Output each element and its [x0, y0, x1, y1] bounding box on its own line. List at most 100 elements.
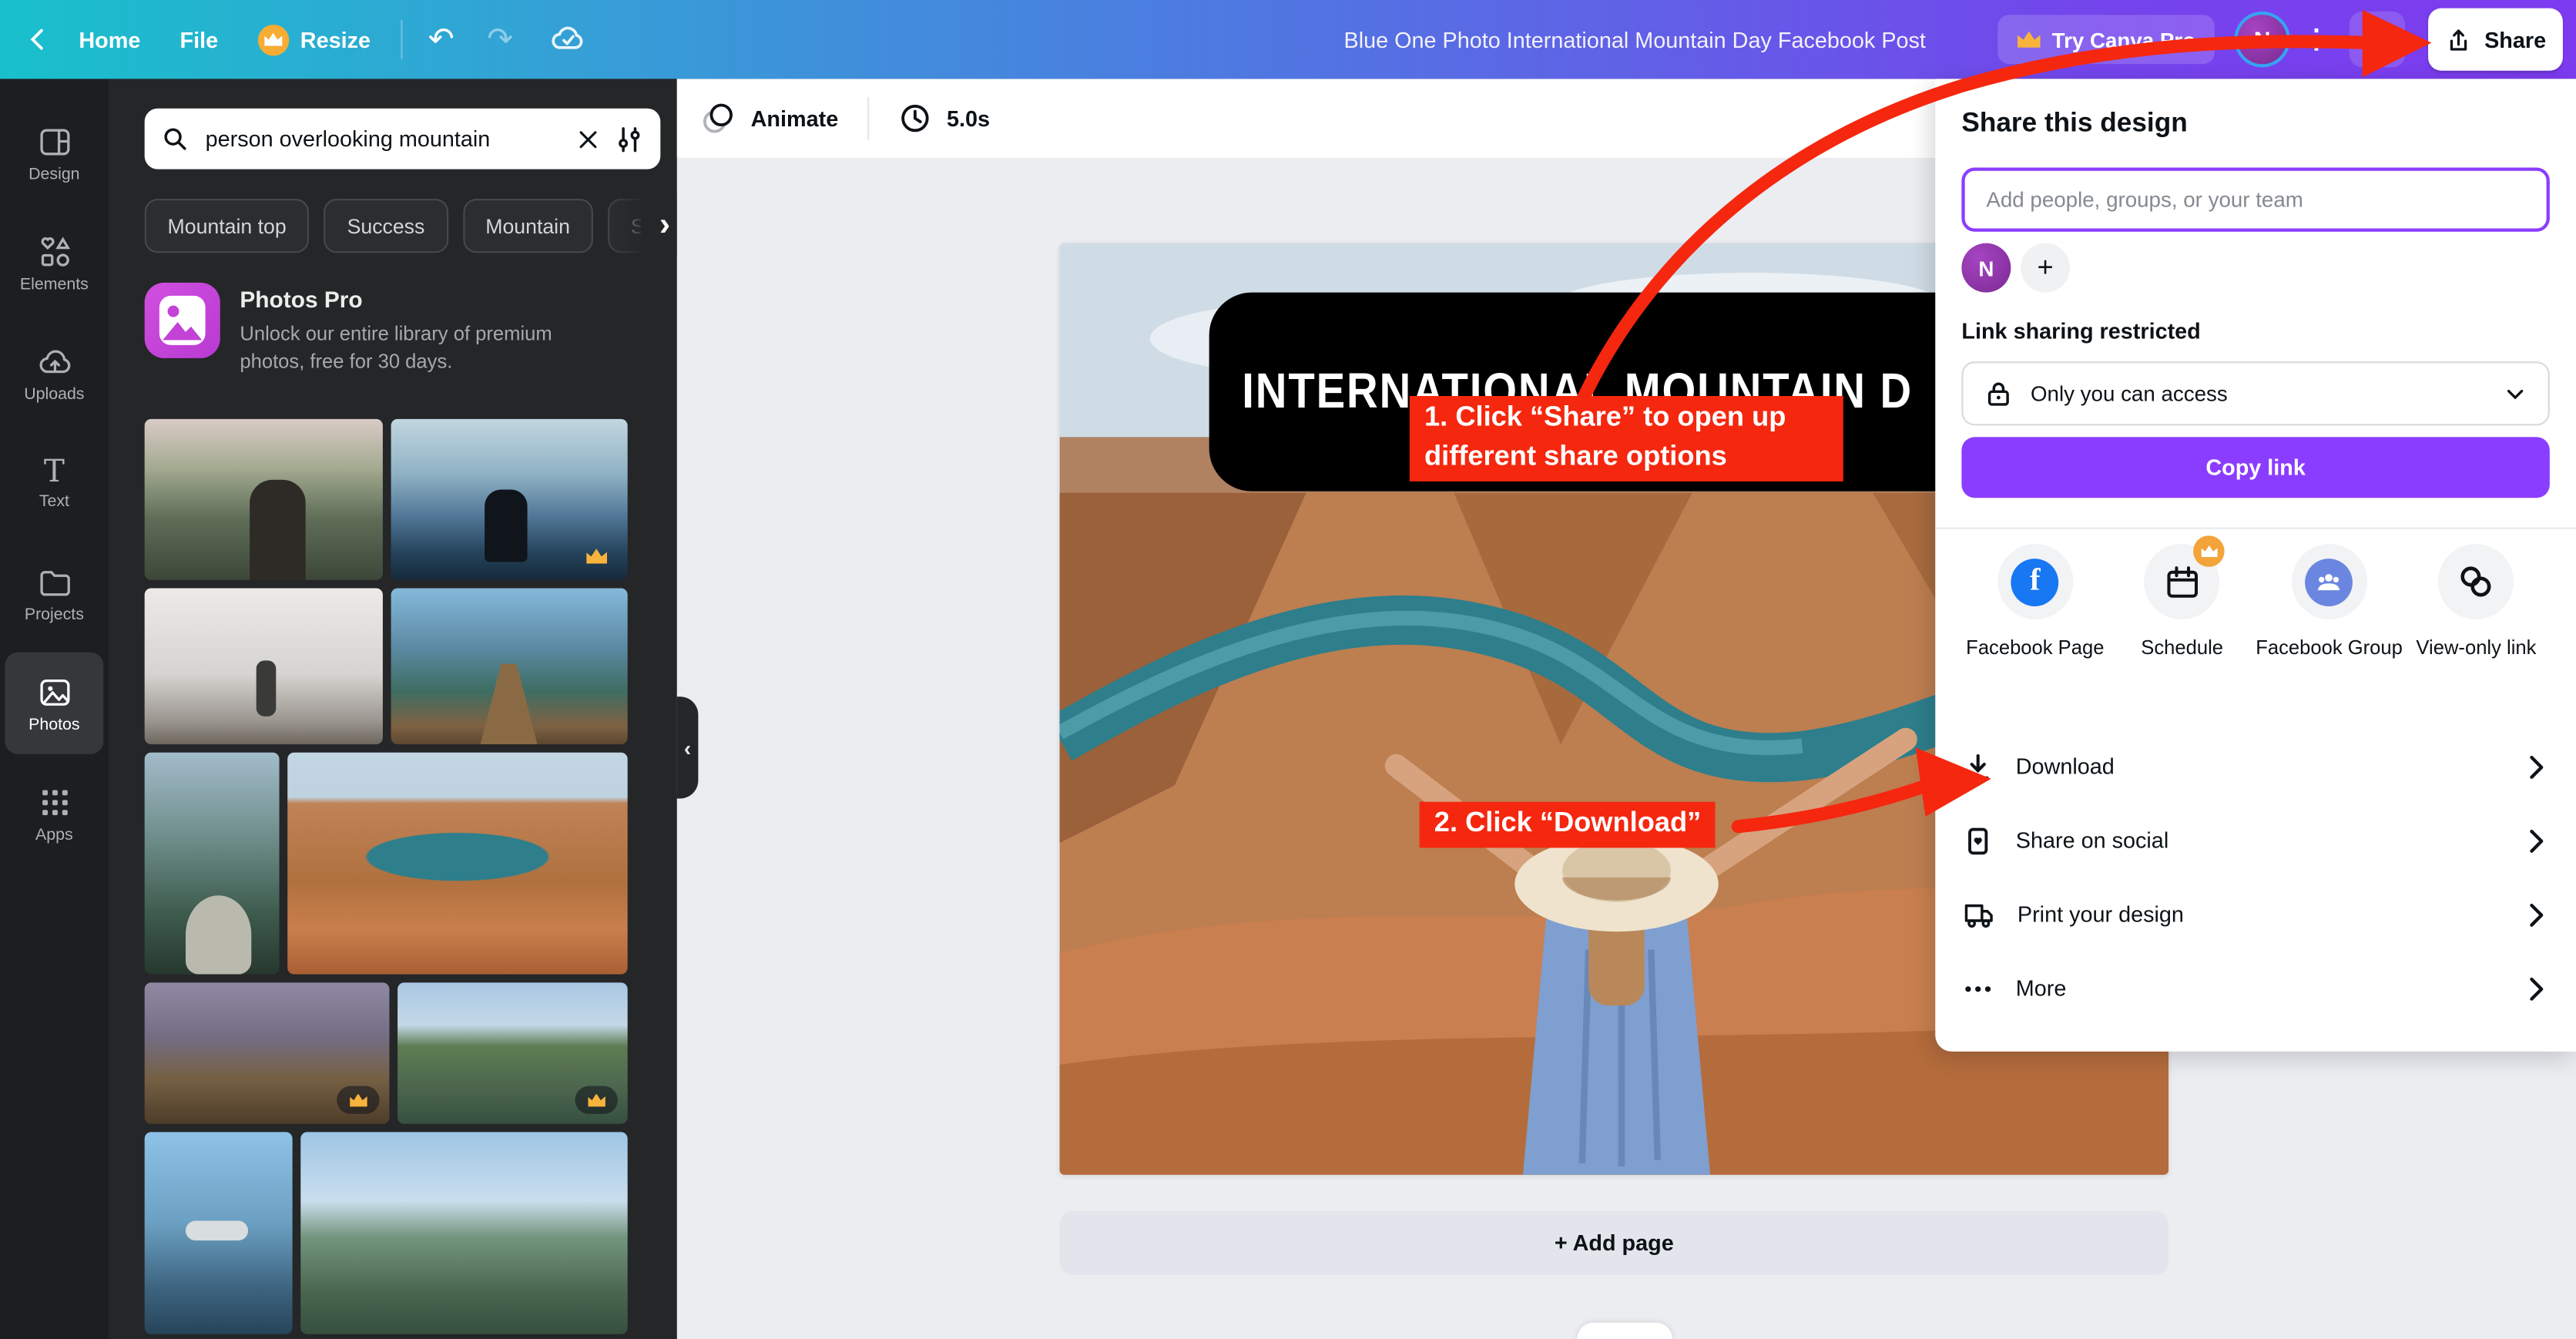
- facebook-group-option[interactable]: Facebook Group: [2256, 544, 2403, 661]
- pro-crown-badge: [337, 1086, 379, 1114]
- sidebar-item-design[interactable]: Design: [5, 102, 103, 203]
- photo-thumbnail[interactable]: [145, 1132, 293, 1334]
- chevron-down-icon: [2502, 381, 2528, 407]
- add-collaborator-button[interactable]: +: [2021, 243, 2070, 293]
- try-canva-pro-button[interactable]: Try Canva Pro: [1997, 15, 2215, 64]
- animate-button[interactable]: Animate: [677, 100, 861, 136]
- view-only-link-option[interactable]: View-only link: [2403, 544, 2550, 661]
- search-bar[interactable]: [145, 109, 661, 169]
- chip-mountain[interactable]: Mountain: [462, 199, 592, 253]
- photo-thumbnail[interactable]: [145, 982, 390, 1123]
- link-sharing-label: Link sharing restricted: [1961, 319, 2549, 344]
- annotation-step1: 1. Click “Share” to open up different sh…: [1410, 396, 1843, 482]
- social-heart-icon: [1961, 824, 1994, 857]
- canva-editor: Animate 5.0s: [0, 0, 2576, 1339]
- animate-icon: [700, 100, 736, 136]
- photo-thumbnail[interactable]: [145, 588, 382, 744]
- link-icon: [2457, 562, 2496, 601]
- download-menu-item[interactable]: Download: [1961, 730, 2549, 804]
- projects-folder-icon: [35, 562, 73, 600]
- more-dots-icon: [1961, 972, 1994, 1005]
- bottom-toolbar-tab[interactable]: [1577, 1323, 1672, 1339]
- account-menu-dots-icon[interactable]: ⋮: [2299, 15, 2335, 64]
- apps-grid-icon: [35, 783, 73, 821]
- chevron-right-icon: [2524, 824, 2550, 857]
- share-upload-icon: [2445, 25, 2473, 53]
- clear-search-icon[interactable]: [575, 126, 601, 152]
- photo-thumbnail[interactable]: [287, 753, 627, 975]
- back-chevron-icon: [23, 25, 52, 54]
- delivery-truck-icon: [1961, 897, 1996, 931]
- chevron-right-icon: [2524, 898, 2550, 931]
- more-menu-item[interactable]: More: [1961, 951, 2549, 1025]
- redo-button[interactable]: ↷: [471, 21, 530, 59]
- collaborators-row: N +: [1961, 243, 2549, 293]
- sidebar-item-text[interactable]: T Text: [5, 432, 103, 534]
- search-input[interactable]: [202, 125, 562, 153]
- sidebar-rail: Design Elements Uploads T Text: [0, 79, 109, 1339]
- photo-thumbnail[interactable]: [397, 982, 628, 1123]
- quick-download-button[interactable]: [2350, 12, 2406, 68]
- undo-button[interactable]: ↶: [411, 21, 471, 59]
- group-people-icon: [2306, 558, 2353, 606]
- share-panel-title: Share this design: [1961, 109, 2549, 140]
- home-button[interactable]: Home: [59, 27, 160, 52]
- chevron-right-icon: [2524, 972, 2550, 1005]
- add-page-button[interactable]: + Add page: [1060, 1211, 2169, 1275]
- pro-crown-icon: [257, 24, 289, 55]
- duration-button[interactable]: 5.0s: [876, 102, 1013, 135]
- add-people-field[interactable]: [1961, 168, 2549, 232]
- panel-divider: [1935, 528, 2576, 529]
- text-icon: T: [44, 456, 65, 488]
- sidebar-item-photos[interactable]: Photos: [5, 653, 103, 754]
- account-avatar[interactable]: N: [2238, 15, 2287, 64]
- back-button[interactable]: [0, 25, 59, 54]
- photo-thumbnail[interactable]: [300, 1132, 627, 1334]
- photos-pro-banner[interactable]: Photos Pro Unlock our entire library of …: [145, 283, 641, 378]
- print-your-design-menu-item[interactable]: Print your design: [1961, 878, 2549, 951]
- share-destinations-row: f Facebook Page Schedule: [1961, 544, 2549, 661]
- chip-mountain-top[interactable]: Mountain top: [145, 199, 310, 253]
- annotation-step2: 2. Click “Download”: [1420, 802, 1716, 848]
- resize-button[interactable]: Resize: [238, 24, 391, 55]
- crown-icon: [2018, 32, 2041, 48]
- schedule-option[interactable]: Schedule: [2108, 544, 2256, 661]
- collaborator-avatar[interactable]: N: [1961, 243, 2011, 293]
- download-icon: [1961, 750, 1994, 784]
- sidebar-item-uploads[interactable]: Uploads: [5, 322, 103, 424]
- photo-thumbnail[interactable]: [391, 588, 628, 744]
- sidebar-item-projects[interactable]: Projects: [5, 542, 103, 644]
- chevron-right-icon: [2524, 750, 2550, 784]
- photos-icon: [35, 673, 73, 710]
- save-status-cloud-icon[interactable]: [530, 20, 609, 59]
- panel-collapse-handle[interactable]: ‹: [677, 696, 699, 798]
- photo-thumbnail[interactable]: [391, 419, 628, 580]
- top-bar: Home File Resize ↶ ↷ Blue One Photo Inte…: [0, 0, 2576, 79]
- photo-results-grid: [145, 419, 628, 1334]
- sidebar-item-elements[interactable]: Elements: [5, 212, 103, 314]
- add-people-input[interactable]: [1983, 186, 2528, 213]
- suggestion-chips: Mountain top Success Mountain Su: [145, 199, 641, 253]
- uploads-icon: [35, 343, 73, 381]
- design-title[interactable]: Blue One Photo International Mountain Da…: [1344, 0, 1926, 79]
- access-dropdown[interactable]: Only you can access: [1961, 361, 2549, 425]
- facebook-page-option[interactable]: f Facebook Page: [1961, 544, 2108, 661]
- share-on-social-menu-item[interactable]: Share on social: [1961, 804, 2549, 878]
- share-menu-list: Download Share on social Print your desi…: [1961, 730, 2549, 1025]
- filter-icon[interactable]: [615, 124, 644, 153]
- chip-success[interactable]: Success: [324, 199, 448, 253]
- chips-scroll-chevron[interactable]: ›: [605, 194, 677, 257]
- pro-crown-badge: [575, 1086, 617, 1114]
- copy-link-button[interactable]: Copy link: [1961, 437, 2549, 498]
- topbar-divider: [400, 20, 401, 59]
- pro-crown-badge: [575, 542, 617, 570]
- photo-thumbnail[interactable]: [145, 419, 382, 580]
- sidebar-item-apps[interactable]: Apps: [5, 763, 103, 864]
- file-menu[interactable]: File: [160, 27, 238, 52]
- design-icon: [35, 122, 73, 160]
- lock-icon: [1983, 378, 2014, 410]
- photos-pro-icon: [145, 283, 220, 358]
- photo-thumbnail[interactable]: [145, 753, 280, 975]
- search-icon: [161, 125, 189, 153]
- share-button[interactable]: Share: [2428, 8, 2563, 71]
